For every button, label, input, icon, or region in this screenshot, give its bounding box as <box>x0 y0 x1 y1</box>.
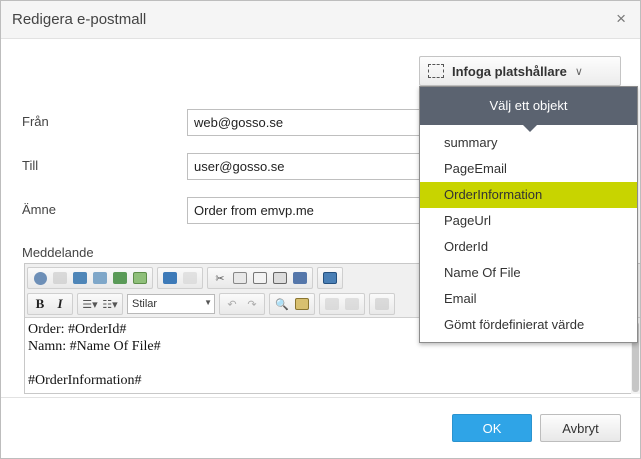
anchor-icon[interactable] <box>160 269 180 287</box>
paste-word-icon[interactable] <box>290 269 310 287</box>
subject-label: Ämne <box>22 202 56 217</box>
toolbar-group: ☰▾ ☷▾ <box>77 293 123 315</box>
spellcheck-icon[interactable] <box>292 295 312 313</box>
bullet-list-icon[interactable]: ☰▾ <box>80 295 100 313</box>
message-label: Meddelande <box>22 245 94 260</box>
italic-icon[interactable]: I <box>50 295 70 313</box>
dropdown-item-name-of-file[interactable]: Name Of File <box>420 260 637 286</box>
cancel-button[interactable]: Avbryt <box>540 414 621 442</box>
find-icon[interactable]: 🔍 <box>272 295 292 313</box>
subject-field[interactable] <box>187 197 427 224</box>
toolbar-group <box>369 293 395 315</box>
content-line: #OrderInformation# <box>28 373 142 388</box>
editor-content[interactable]: Order: #OrderId# Namn: #Name Of File# #O… <box>28 321 161 389</box>
dialog-footer: OK Avbryt <box>1 397 640 458</box>
cut-icon[interactable]: ✂ <box>210 269 230 287</box>
paste-text-icon[interactable] <box>270 269 290 287</box>
to-field[interactable] <box>187 153 427 180</box>
toolbar-row-1: ✂ <box>27 267 347 289</box>
media-icon[interactable] <box>130 269 150 287</box>
from-field[interactable] <box>187 109 427 136</box>
toolbar-group: ✂ <box>207 267 313 289</box>
styles-select-value: Stilar <box>132 298 158 310</box>
dropdown-item-summary[interactable]: summary <box>420 130 637 156</box>
preview-icon[interactable] <box>30 269 50 287</box>
content-line <box>28 355 161 372</box>
bold-icon[interactable]: B <box>30 295 50 313</box>
dropdown-item-email[interactable]: Email <box>420 286 637 312</box>
dropdown-item-orderid[interactable]: OrderId <box>420 234 637 260</box>
toolbar-group <box>317 267 343 289</box>
insert-placeholder-label: Infoga platshållare <box>452 63 567 79</box>
undo-icon[interactable]: ↶ <box>222 295 242 313</box>
dropdown-header-label: Välj ett objekt <box>489 98 568 113</box>
image-icon[interactable] <box>70 269 90 287</box>
number-list-icon[interactable]: ☷▾ <box>100 295 120 313</box>
toolbar-group <box>157 267 203 289</box>
to-label: Till <box>22 158 39 173</box>
redo-icon[interactable]: ↷ <box>242 295 262 313</box>
from-label: Från <box>22 114 49 129</box>
indent-icon[interactable] <box>372 295 392 313</box>
toolbar-group <box>319 293 365 315</box>
close-icon[interactable]: × <box>616 10 626 28</box>
dropdown-list: summary PageEmail OrderInformation PageU… <box>420 125 637 338</box>
table-icon[interactable] <box>110 269 130 287</box>
dialog-title: Redigera e-postmall <box>12 11 147 28</box>
chevron-down-icon: ▼ <box>204 298 212 307</box>
copy-icon[interactable] <box>230 269 250 287</box>
toolbar-group <box>27 267 153 289</box>
toolbar-group: B I <box>27 293 73 315</box>
dialog-titlebar: Redigera e-postmall × <box>1 1 640 39</box>
fullscreen-icon[interactable] <box>320 269 340 287</box>
email-template-dialog: Redigera e-postmall × Infoga platshållar… <box>0 0 641 459</box>
dropdown-item-orderinformation[interactable]: OrderInformation <box>420 182 637 208</box>
dropdown-item-hidden-value[interactable]: Gömt fördefinierat värde <box>420 312 637 338</box>
placeholder-dropdown: Välj ett objekt summary PageEmail OrderI… <box>419 86 638 343</box>
content-line: Order: #OrderId# <box>28 322 127 337</box>
toolbar-row-2: B I ☰▾ ☷▾ Stilar ▼ ↶ ↷ 🔍 <box>27 293 399 315</box>
template-icon[interactable] <box>50 269 70 287</box>
dropdown-item-pageemail[interactable]: PageEmail <box>420 156 637 182</box>
dropdown-header: Välj ett objekt <box>420 87 637 132</box>
dropdown-item-pageurl[interactable]: PageUrl <box>420 208 637 234</box>
ok-button[interactable]: OK <box>452 414 532 442</box>
embed-icon[interactable] <box>90 269 110 287</box>
insert-placeholder-button[interactable]: Infoga platshållare ∨ <box>419 56 621 86</box>
table-delete-icon[interactable] <box>342 295 362 313</box>
toolbar-group: ↶ ↷ <box>219 293 265 315</box>
dropdown-notch <box>523 125 537 132</box>
chevron-down-icon: ∨ <box>574 65 583 78</box>
content-line: Namn: #Name Of File# <box>28 339 161 354</box>
toolbar-group: 🔍 <box>269 293 315 315</box>
placeholder-frame-icon <box>428 64 444 78</box>
styles-select[interactable]: Stilar ▼ <box>127 294 215 314</box>
paste-icon[interactable] <box>250 269 270 287</box>
table-insert-icon[interactable] <box>322 295 342 313</box>
code-icon[interactable] <box>180 269 200 287</box>
